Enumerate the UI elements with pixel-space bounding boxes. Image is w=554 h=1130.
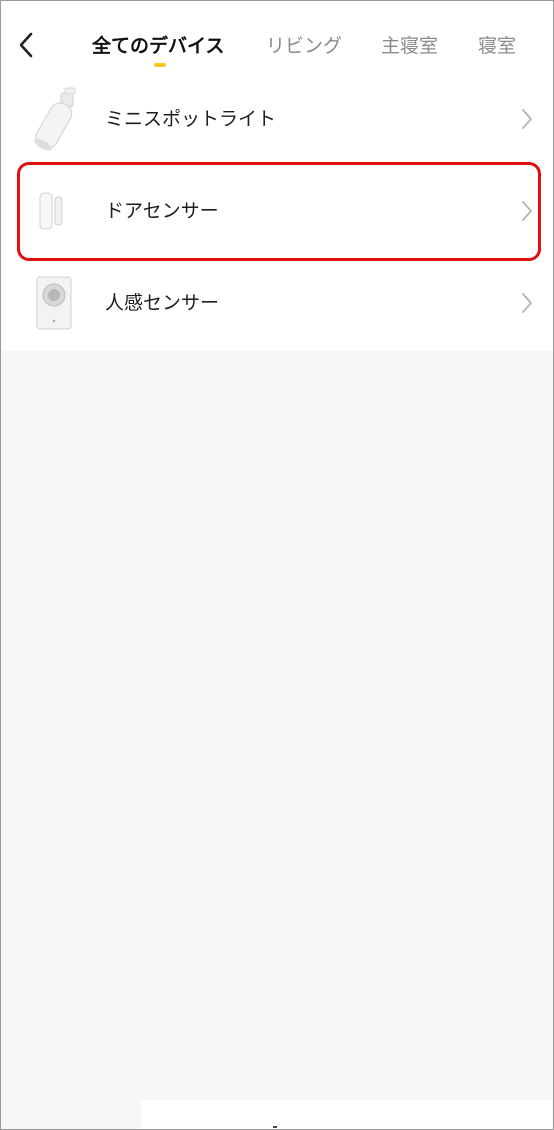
active-tab-indicator — [154, 63, 166, 67]
chevron-right-icon — [522, 109, 532, 129]
chevron-right-icon — [522, 293, 532, 313]
spotlight-icon — [23, 83, 85, 155]
device-list-panel: 全てのデバイス リビング 主寝室 寝室 ミニスポットライト ドアセンサー 人感セ… — [1, 1, 553, 351]
door-sensor-icon — [23, 175, 85, 247]
chevron-left-icon — [19, 32, 33, 58]
motion-sensor-icon — [23, 267, 85, 339]
device-name: 人感センサー — [105, 292, 220, 314]
tab-bedroom[interactable]: 寝室 — [478, 31, 516, 58]
tab-all-devices[interactable]: 全てのデバイス — [92, 31, 224, 58]
device-name: ミニスポットライト — [105, 108, 277, 130]
bottom-sheet-handle — [273, 1126, 277, 1128]
tab-living[interactable]: リビング — [266, 31, 342, 58]
bottom-sheet-edge — [141, 1100, 552, 1129]
tab-master-bedroom[interactable]: 主寝室 — [381, 31, 438, 58]
device-row-mini-spotlight[interactable]: ミニスポットライト — [1, 73, 553, 165]
device-row-door-sensor[interactable]: ドアセンサー — [1, 165, 553, 257]
chevron-right-icon — [522, 201, 532, 221]
back-button[interactable] — [11, 27, 41, 63]
device-name: ドアセンサー — [105, 200, 219, 222]
device-row-motion-sensor[interactable]: 人感センサー — [1, 257, 553, 349]
